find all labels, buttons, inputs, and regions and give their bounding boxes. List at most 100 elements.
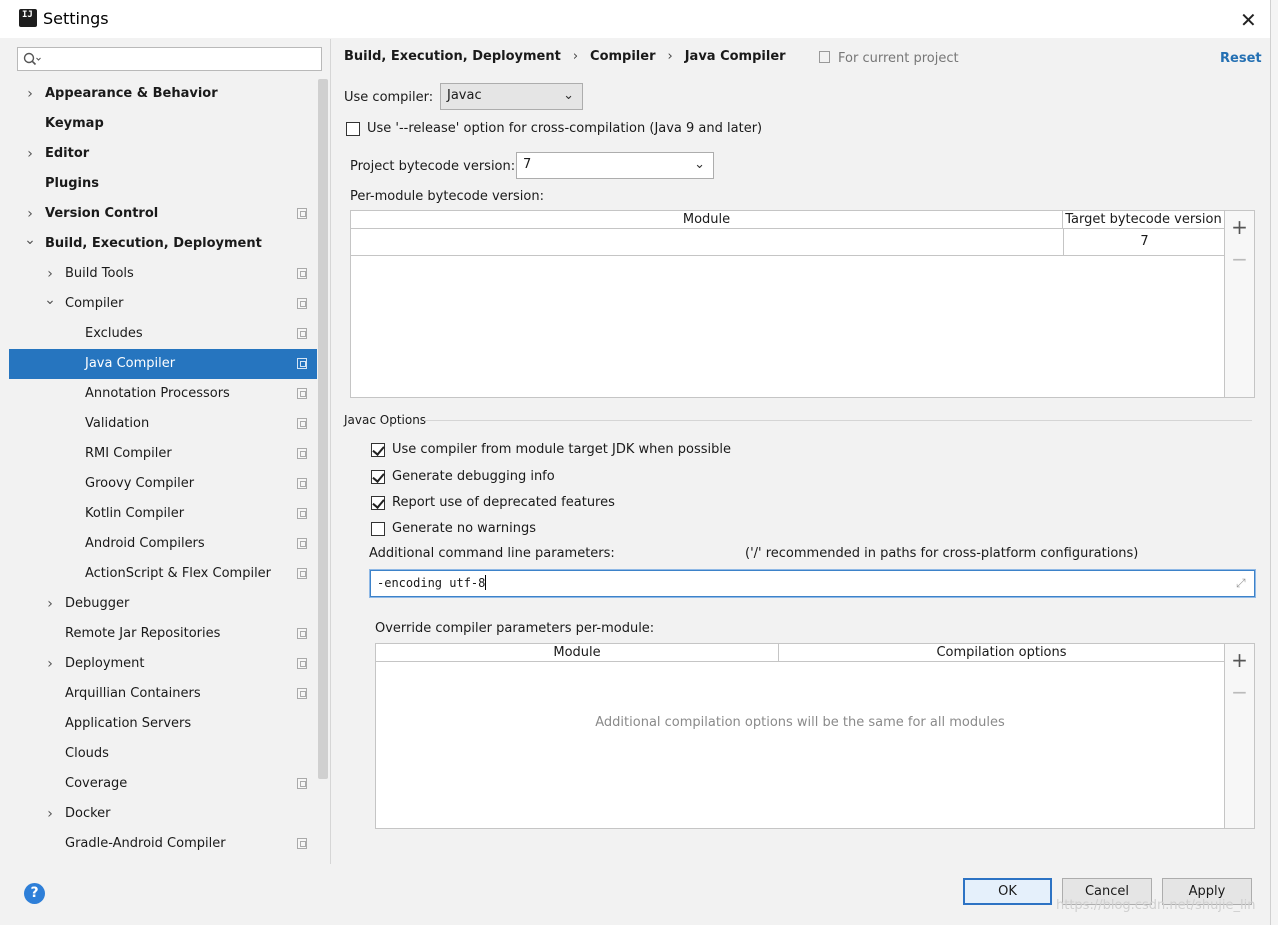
sidebar-item-annotation-processors[interactable]: Annotation Processors <box>9 379 317 409</box>
table-header: Module Compilation options <box>376 644 1224 662</box>
add-icon[interactable]: + <box>1225 648 1254 672</box>
project-scope-icon <box>297 478 307 489</box>
sidebar-item-debugger[interactable]: › Debugger <box>9 589 317 619</box>
window-title: Settings <box>43 9 109 28</box>
breadcrumb-compiler[interactable]: Compiler <box>590 49 655 64</box>
add-icon[interactable]: + <box>1225 215 1254 239</box>
module-table-toolbar: + − <box>1224 210 1255 398</box>
use-compiler-label: Use compiler: <box>344 90 434 105</box>
chevron-down-icon[interactable]: ⌄ <box>23 225 37 255</box>
column-header-module[interactable]: Module <box>351 211 1063 228</box>
reset-link[interactable]: Reset <box>1220 51 1262 66</box>
sidebar-item-deployment[interactable]: › Deployment <box>9 649 317 679</box>
text-caret <box>485 575 487 590</box>
override-params-table[interactable]: Module Compilation options Additional co… <box>375 643 1225 829</box>
sidebar-item-plugins[interactable]: Plugins <box>9 169 317 199</box>
table-row[interactable]: 7 <box>351 229 1224 256</box>
empty-table-message: Additional compilation options will be t… <box>595 715 1005 730</box>
sidebar-item-remote-jar-repositories[interactable]: Remote Jar Repositories <box>9 619 317 649</box>
deprecation-checkbox[interactable] <box>371 496 385 510</box>
sidebar-item-keymap[interactable]: Keymap <box>9 109 317 139</box>
column-header-target-bytecode[interactable]: Target bytecode version <box>1063 211 1224 228</box>
sidebar-item-gradle-android-compiler[interactable]: Gradle-Android Compiler <box>9 829 317 859</box>
remove-icon[interactable]: − <box>1225 247 1254 271</box>
breadcrumb-build-execution-deployment[interactable]: Build, Execution, Deployment <box>344 49 561 64</box>
sidebar-item-android-compilers[interactable]: Android Compilers <box>9 529 317 559</box>
chevron-right-icon[interactable]: › <box>23 79 37 109</box>
chevron-right-icon[interactable]: › <box>23 139 37 169</box>
project-scope-icon <box>297 778 307 789</box>
use-target-jdk-checkbox[interactable] <box>371 443 385 457</box>
use-target-jdk-label: Use compiler from module target JDK when… <box>392 442 731 457</box>
sidebar-item-build-execution-deployment[interactable]: ⌄ Build, Execution, Deployment <box>9 229 317 259</box>
sidebar-item-version-control[interactable]: › Version Control <box>9 199 317 229</box>
sidebar-item-editor[interactable]: › Editor <box>9 139 317 169</box>
remove-icon[interactable]: − <box>1225 680 1254 704</box>
project-scope-icon <box>297 298 307 309</box>
background-window-edge <box>1270 0 1278 925</box>
sidebar-item-excludes[interactable]: Excludes <box>9 319 317 349</box>
chevron-down-icon: ⌄ <box>563 88 574 103</box>
settings-dialog: IJ Settings ✕ › Appearance & Behavior Keym… <box>0 0 1270 925</box>
sidebar-item-java-compiler[interactable]: Java Compiler <box>9 349 317 379</box>
bytecode-version-select[interactable]: 7 ⌄ <box>516 152 714 179</box>
sidebar-item-appearance-behavior[interactable]: › Appearance & Behavior <box>9 79 317 109</box>
sidebar-item-label: Validation <box>85 416 150 431</box>
sidebar-item-label: Version Control <box>45 206 159 221</box>
sidebar-item-label: Java Compiler <box>85 356 176 371</box>
project-scope-icon <box>297 208 307 219</box>
chevron-right-icon[interactable]: › <box>43 649 57 679</box>
sidebar-item-compiler[interactable]: ⌄ Compiler <box>9 289 317 319</box>
no-warnings-checkbox[interactable] <box>371 522 385 536</box>
sidebar-item-label: Arquillian Containers <box>65 686 201 701</box>
release-option-checkbox[interactable] <box>346 122 360 136</box>
close-icon[interactable]: ✕ <box>1240 8 1257 32</box>
sidebar-item-arquillian-containers[interactable]: Arquillian Containers <box>9 679 317 709</box>
cmd-params-input[interactable]: -encoding utf-8 ⤢ <box>370 570 1255 597</box>
sidebar-item-rmi-compiler[interactable]: RMI Compiler <box>9 439 317 469</box>
search-input[interactable] <box>17 47 322 71</box>
sidebar-item-label: Annotation Processors <box>85 386 230 401</box>
override-params-label: Override compiler parameters per-module: <box>375 621 655 636</box>
expand-icon[interactable]: ⤢ <box>1236 577 1248 589</box>
module-bytecode-table[interactable]: Module Target bytecode version 7 <box>350 210 1225 398</box>
sidebar-item-label: Coverage <box>65 776 128 791</box>
project-scope-icon <box>297 568 307 579</box>
column-header-compilation-options[interactable]: Compilation options <box>779 644 1224 661</box>
use-compiler-select[interactable]: Javac ⌄ <box>440 83 583 110</box>
sidebar-item-label: Remote Jar Repositories <box>65 626 221 641</box>
sidebar-item-kotlin-compiler[interactable]: Kotlin Compiler <box>9 499 317 529</box>
sidebar-item-label: Appearance & Behavior <box>45 86 218 101</box>
chevron-down-icon[interactable]: ⌄ <box>43 285 57 315</box>
breadcrumb: Build, Execution, Deployment › Compiler › Ja… <box>344 49 786 64</box>
sidebar-item-validation[interactable]: Validation <box>9 409 317 439</box>
ok-button[interactable]: OK <box>963 878 1052 905</box>
bytecode-version-label: Project bytecode version: <box>350 159 516 174</box>
sidebar-item-groovy-compiler[interactable]: Groovy Compiler <box>9 469 317 499</box>
help-button[interactable]: ? <box>24 883 45 904</box>
sidebar-item-label: Clouds <box>65 746 109 761</box>
project-scope-icon <box>297 538 307 549</box>
deprecation-label: Report use of deprecated features <box>392 495 615 510</box>
sidebar-item-actionscript-flex-compiler[interactable]: ActionScript & Flex Compiler <box>9 559 317 589</box>
project-scope-icon <box>297 508 307 519</box>
project-scope-icon <box>297 688 307 699</box>
sidebar-item-clouds[interactable]: Clouds <box>9 739 317 769</box>
sidebar-item-coverage[interactable]: Coverage <box>9 769 317 799</box>
target-bytecode-cell[interactable]: 7 <box>1063 229 1225 255</box>
project-scope-icon <box>297 388 307 399</box>
debug-info-label: Generate debugging info <box>392 469 555 484</box>
scope-label: For current project <box>819 51 959 66</box>
sidebar-item-docker[interactable]: › Docker <box>9 799 317 829</box>
sidebar-item-label: Kotlin Compiler <box>85 506 185 521</box>
sidebar-item-application-servers[interactable]: Application Servers <box>9 709 317 739</box>
release-option-label: Use '--release' option for cross-compila… <box>367 121 763 136</box>
table-header: Module Target bytecode version <box>351 211 1224 229</box>
sidebar-item-label: Build, Execution, Deployment <box>45 236 262 251</box>
debug-info-checkbox[interactable] <box>371 470 385 484</box>
sidebar-scrollbar[interactable] <box>318 79 328 779</box>
column-header-module[interactable]: Module <box>376 644 779 661</box>
project-scope-icon <box>297 268 307 279</box>
chevron-right-icon[interactable]: › <box>43 799 57 829</box>
chevron-right-icon[interactable]: › <box>43 589 57 619</box>
